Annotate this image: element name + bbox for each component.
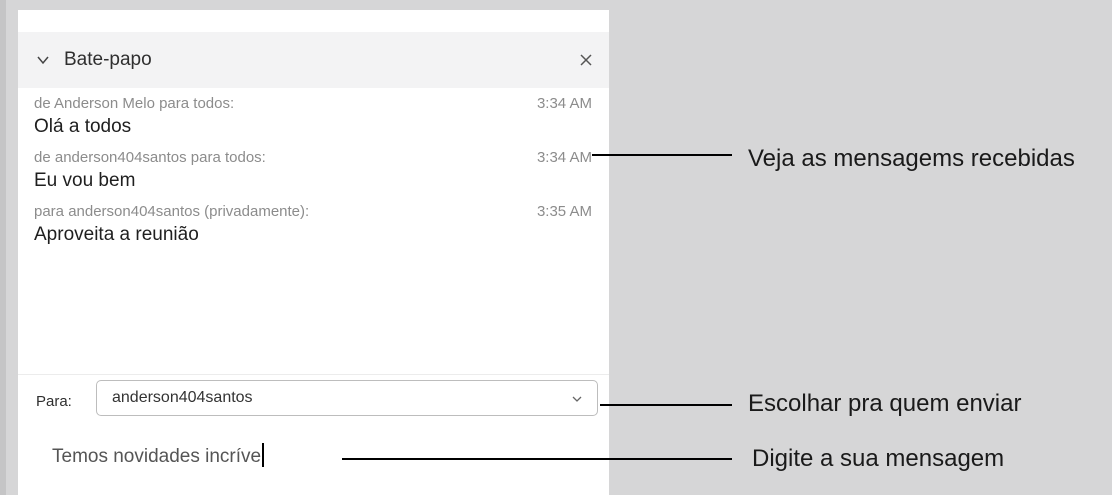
divider [18, 374, 609, 375]
message-list: de Anderson Melo para todos: 3:34 AM Olá… [34, 94, 594, 256]
message-time: 3:34 AM [536, 95, 592, 112]
to-label: Para: [36, 393, 72, 410]
message-item: de anderson404santos para todos: 3:34 AM… [34, 148, 594, 202]
message-text: Olá a todos [34, 116, 132, 137]
message-text: Aproveita a reunião [34, 224, 199, 245]
message-sender: de Anderson Melo para todos: [34, 95, 235, 112]
chat-title: Bate-papo [64, 49, 152, 70]
message-sender: para anderson404santos (privadamente): [34, 203, 310, 220]
text-cursor [262, 443, 265, 467]
recipient-select[interactable]: anderson404santos [96, 380, 598, 416]
message-text: Eu vou bem [34, 170, 136, 191]
message-item: de Anderson Melo para todos: 3:34 AM Olá… [34, 94, 594, 148]
callout-line [600, 404, 732, 406]
chat-header: Bate-papo [18, 32, 609, 88]
chevron-down-icon[interactable] [36, 53, 50, 67]
message-draft: Temos novidades incríve [52, 446, 262, 467]
window-edge [0, 0, 6, 495]
chat-panel: Bate-papo de Anderson Melo para todos: 3… [18, 10, 609, 495]
callout-type: Digite a sua mensagem [752, 445, 1005, 472]
callout-line [592, 154, 732, 156]
recipient-value: anderson404santos [112, 389, 253, 406]
message-input[interactable]: Temos novidades incríve [52, 443, 572, 471]
callout-received: Veja as mensagems recebidas [748, 145, 1075, 172]
message-item: para anderson404santos (privadamente): 3… [34, 202, 594, 256]
message-sender: de anderson404santos para todos: [34, 149, 266, 166]
chevron-down-icon [572, 396, 582, 402]
message-time: 3:34 AM [536, 149, 592, 166]
callout-line [342, 458, 732, 460]
message-time: 3:35 AM [536, 203, 592, 220]
callout-recipient: Escolhar pra quem enviar [748, 390, 1022, 417]
close-icon[interactable] [578, 52, 594, 68]
